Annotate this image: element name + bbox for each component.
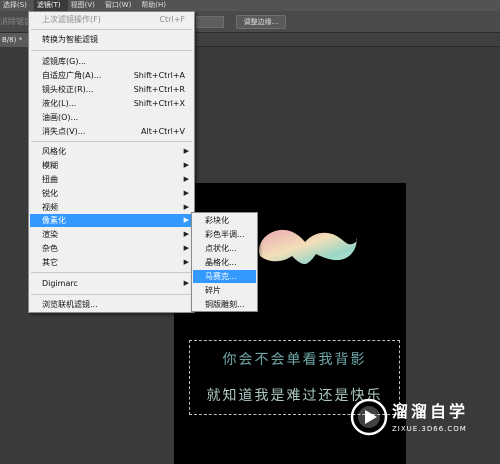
play-logo-icon [350, 398, 388, 436]
menu-item-stylize[interactable]: 风格化 ▶ [30, 145, 193, 158]
submenu-item-color-halftone[interactable]: 彩色半调... [193, 228, 256, 241]
menu-item-lens-correction[interactable]: 镜头校正(R)... Shift+Ctrl+R [30, 83, 193, 96]
submenu-item-facet[interactable]: 彩块化 [193, 214, 256, 227]
menu-item-vanishing-point[interactable]: 消失点(V)... Alt+Ctrl+V [30, 125, 193, 138]
menu-item-last-filter[interactable]: 上次滤镜操作(F) Ctrl+F [30, 13, 193, 26]
menu-item-adaptive-wide-angle[interactable]: 自适应广角(A)... Shift+Ctrl+A [30, 69, 193, 82]
submenu-item-mosaic[interactable]: 马赛克... [193, 270, 256, 283]
document-tab[interactable]: B/8) * [0, 33, 28, 47]
menu-item-other[interactable]: 其它 ▶ [30, 256, 193, 269]
submenu-arrow-icon: ▶ [183, 258, 189, 266]
menu-window[interactable]: 窗口(W) [102, 0, 138, 11]
submenu-item-fragment[interactable]: 碎片 [193, 284, 256, 297]
menu-separator [31, 294, 192, 295]
refine-edge-button[interactable]: 调整边缘... [236, 15, 286, 29]
submenu-arrow-icon: ▶ [183, 189, 189, 197]
submenu-arrow-icon: ▶ [183, 175, 189, 183]
filter-menu: 上次滤镜操作(F) Ctrl+F 转换为智能滤镜 滤镜库(G)... 自适应广角… [28, 11, 195, 313]
submenu-arrow-icon: ▶ [183, 147, 189, 155]
menu-item-sharpen[interactable]: 锐化 ▶ [30, 187, 193, 200]
pixelate-submenu: 彩块化 彩色半调... 点状化... 晶格化... 马赛克... 碎片 铜版雕刻… [191, 212, 258, 312]
menu-item-render[interactable]: 渲染 ▶ [30, 228, 193, 241]
mustache-graphic [258, 229, 357, 264]
menu-item-liquify[interactable]: 液化(L)... Shift+Ctrl+X [30, 97, 193, 110]
submenu-item-crystallize[interactable]: 晶格化... [193, 256, 256, 269]
menu-separator [31, 50, 192, 51]
option-field[interactable] [196, 16, 224, 28]
submenu-arrow-icon: ▶ [183, 279, 189, 287]
menu-bar: 选择(S) 滤镜(T) 视图(V) 窗口(W) 帮助(H) [0, 0, 500, 11]
canvas-text-line1: 你会不会单看我背影 [222, 352, 367, 368]
submenu-item-pointillize[interactable]: 点状化... [193, 242, 256, 255]
watermark-name: 溜溜自学 [392, 402, 469, 421]
watermark-url: ZIXUE.3D66.COM [392, 425, 467, 433]
menu-item-noise[interactable]: 杂色 ▶ [30, 242, 193, 255]
menu-item-filter-gallery[interactable]: 滤镜库(G)... [30, 55, 193, 68]
submenu-arrow-icon: ▶ [183, 244, 189, 252]
menu-filter[interactable]: 滤镜(T) [33, 0, 68, 11]
menu-separator [31, 141, 192, 142]
menu-item-pixelate[interactable]: 像素化 ▶ [30, 214, 193, 227]
submenu-item-mezzotint[interactable]: 铜版雕刻... [193, 298, 256, 311]
menu-select[interactable]: 选择(S) [0, 0, 34, 11]
menu-item-browse-online[interactable]: 浏览联机滤镜... [30, 298, 193, 311]
menu-item-digimarc[interactable]: Digimarc ▶ [30, 277, 193, 290]
menu-item-blur[interactable]: 模糊 ▶ [30, 159, 193, 172]
menu-help[interactable]: 帮助(H) [138, 0, 173, 11]
menu-item-oil-paint[interactable]: 油画(O)... [30, 111, 193, 124]
submenu-arrow-icon: ▶ [183, 203, 189, 211]
menu-item-smart-filter[interactable]: 转换为智能滤镜 [30, 33, 193, 46]
menu-separator [31, 29, 192, 30]
menu-item-distort[interactable]: 扭曲 ▶ [30, 173, 193, 186]
menu-item-video[interactable]: 视频 ▶ [30, 201, 193, 214]
submenu-arrow-icon: ▶ [183, 216, 189, 224]
submenu-arrow-icon: ▶ [183, 161, 189, 169]
menu-separator [31, 272, 192, 273]
submenu-arrow-icon: ▶ [183, 230, 189, 238]
menu-view[interactable]: 视图(V) [68, 0, 102, 11]
